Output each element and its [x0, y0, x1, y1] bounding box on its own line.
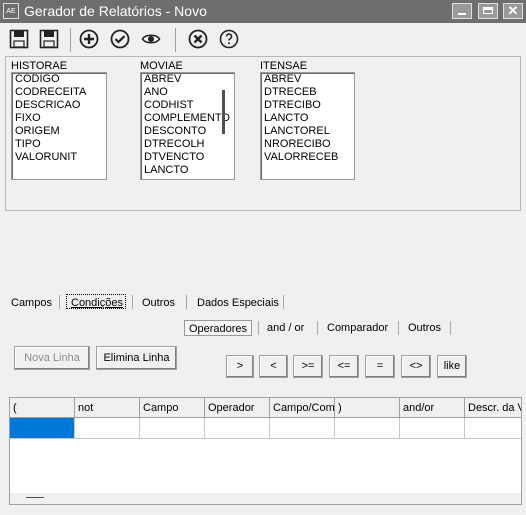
toolbar-separator [175, 28, 176, 52]
preview-eye-icon[interactable] [140, 28, 162, 50]
horizontal-scrollbar-thumb[interactable] [26, 497, 44, 498]
close-button[interactable]: ✕ [503, 3, 523, 19]
list-item[interactable]: FIXO [12, 112, 106, 125]
list-item[interactable]: TIPO [12, 138, 106, 151]
itensae-field-list[interactable]: ABREV DTRECEB DTRECIBO LANCTO LANCTOREL … [260, 72, 355, 180]
list-item[interactable]: CODIGO [12, 73, 106, 86]
grid-column-header[interactable]: Campo [140, 398, 205, 418]
list-item[interactable]: DTRECEB [261, 86, 354, 99]
tab-condicoes[interactable]: Condições [71, 297, 123, 309]
tab-campos[interactable]: Campos [11, 297, 52, 309]
table-label-moviae: MOVIAE [140, 60, 183, 72]
list-item[interactable]: CODHIST [141, 99, 234, 112]
conditions-grid[interactable]: ( not Campo Operador Campo/Comp ) and/or… [9, 397, 522, 505]
help-icon[interactable] [218, 28, 240, 50]
historae-field-list[interactable]: CODIGO CODRECEITA DESCRICAO FIXO ORIGEM … [11, 72, 107, 180]
grid-cell[interactable] [270, 418, 335, 439]
list-item[interactable]: DTRECOLH [141, 138, 234, 151]
list-item[interactable]: VALORUNIT [12, 151, 106, 164]
operator-not-equal-button[interactable]: <> [401, 355, 431, 378]
elimina-linha-button[interactable]: Elimina Linha [96, 346, 177, 370]
list-item[interactable]: CODRECEITA [12, 86, 106, 99]
subtab-and-or[interactable]: and / or [267, 320, 304, 336]
moviae-field-list[interactable]: ABREV ANO CODHIST COMPLEMENTO DESCONTO D… [140, 72, 235, 180]
list-item[interactable]: LANCTO [261, 112, 354, 125]
grid-cell[interactable] [400, 418, 465, 439]
grid-column-header[interactable]: not [75, 398, 140, 418]
tab-separator [398, 321, 399, 335]
table-label-itensae: ITENSAE [260, 60, 308, 72]
grid-cell[interactable] [205, 418, 270, 439]
list-item[interactable]: VALORRECEB [261, 151, 354, 164]
operator-greater-equal-button[interactable]: >= [293, 355, 323, 378]
list-item[interactable]: DTVENCTO [141, 151, 234, 164]
grid-column-header[interactable]: Campo/Comp [270, 398, 335, 418]
grid-column-header[interactable]: Descr. da V [465, 398, 521, 418]
confirm-icon[interactable] [109, 28, 131, 50]
window-title: Gerador de Relatórios - Novo [24, 3, 207, 19]
tab-separator [317, 321, 318, 335]
add-icon[interactable] [78, 28, 100, 50]
tab-separator [258, 321, 259, 335]
tab-separator [186, 295, 187, 309]
list-item[interactable]: LANCTOREL [261, 125, 354, 138]
subtab-outros[interactable]: Outros [408, 320, 441, 336]
grid-column-header[interactable]: and/or [400, 398, 465, 418]
subtab-comparador[interactable]: Comparador [327, 320, 388, 336]
list-item[interactable]: COMPLEMENTO [141, 112, 234, 125]
tab-dados-especiais[interactable]: Dados Especiais [197, 297, 279, 309]
save-as-icon[interactable] [38, 28, 60, 50]
list-item[interactable]: NRORECIBO [261, 138, 354, 151]
grid-column-header[interactable]: Operador [205, 398, 270, 418]
toolbar-separator [70, 28, 71, 52]
grid-cell[interactable] [465, 418, 521, 439]
tab-outros[interactable]: Outros [142, 297, 175, 309]
grid-column-header[interactable]: ( [10, 398, 75, 418]
grid-cell[interactable] [335, 418, 400, 439]
minimize-button[interactable] [452, 3, 472, 19]
moviae-scrollbar-thumb[interactable] [222, 90, 225, 134]
app-icon: AE [3, 3, 19, 19]
list-item[interactable]: ABREV [141, 73, 234, 86]
list-item[interactable]: DESCONTO [141, 125, 234, 138]
list-item[interactable]: ABREV [261, 73, 354, 86]
grid-column-header[interactable]: ) [335, 398, 400, 418]
operator-less-button[interactable]: < [259, 355, 288, 378]
subtab-operadores[interactable]: Operadores [184, 320, 252, 336]
maximize-button[interactable] [478, 3, 498, 19]
grid-cell-selected[interactable] [10, 418, 75, 439]
cancel-icon[interactable] [187, 28, 209, 50]
list-item[interactable]: DTRECIBO [261, 99, 354, 112]
tab-separator [450, 321, 451, 335]
grid-cell[interactable] [140, 418, 205, 439]
operator-greater-button[interactable]: > [226, 355, 254, 378]
list-item[interactable]: ORIGEM [12, 125, 106, 138]
save-icon[interactable] [8, 28, 30, 50]
table-label-historae: HISTORAE [11, 60, 68, 72]
list-item[interactable]: LANCTO [141, 164, 234, 177]
operator-like-button[interactable]: like [437, 355, 467, 378]
list-item[interactable]: ANO [141, 86, 234, 99]
tab-separator [59, 295, 60, 309]
grid-empty-area [10, 439, 521, 493]
grid-cell[interactable] [75, 418, 140, 439]
nova-linha-button[interactable]: Nova Linha [14, 346, 90, 370]
tab-separator [132, 295, 133, 309]
tab-separator [283, 295, 284, 309]
operator-less-equal-button[interactable]: <= [329, 355, 359, 378]
operator-equal-button[interactable]: = [365, 355, 395, 378]
list-item[interactable]: DESCRICAO [12, 99, 106, 112]
